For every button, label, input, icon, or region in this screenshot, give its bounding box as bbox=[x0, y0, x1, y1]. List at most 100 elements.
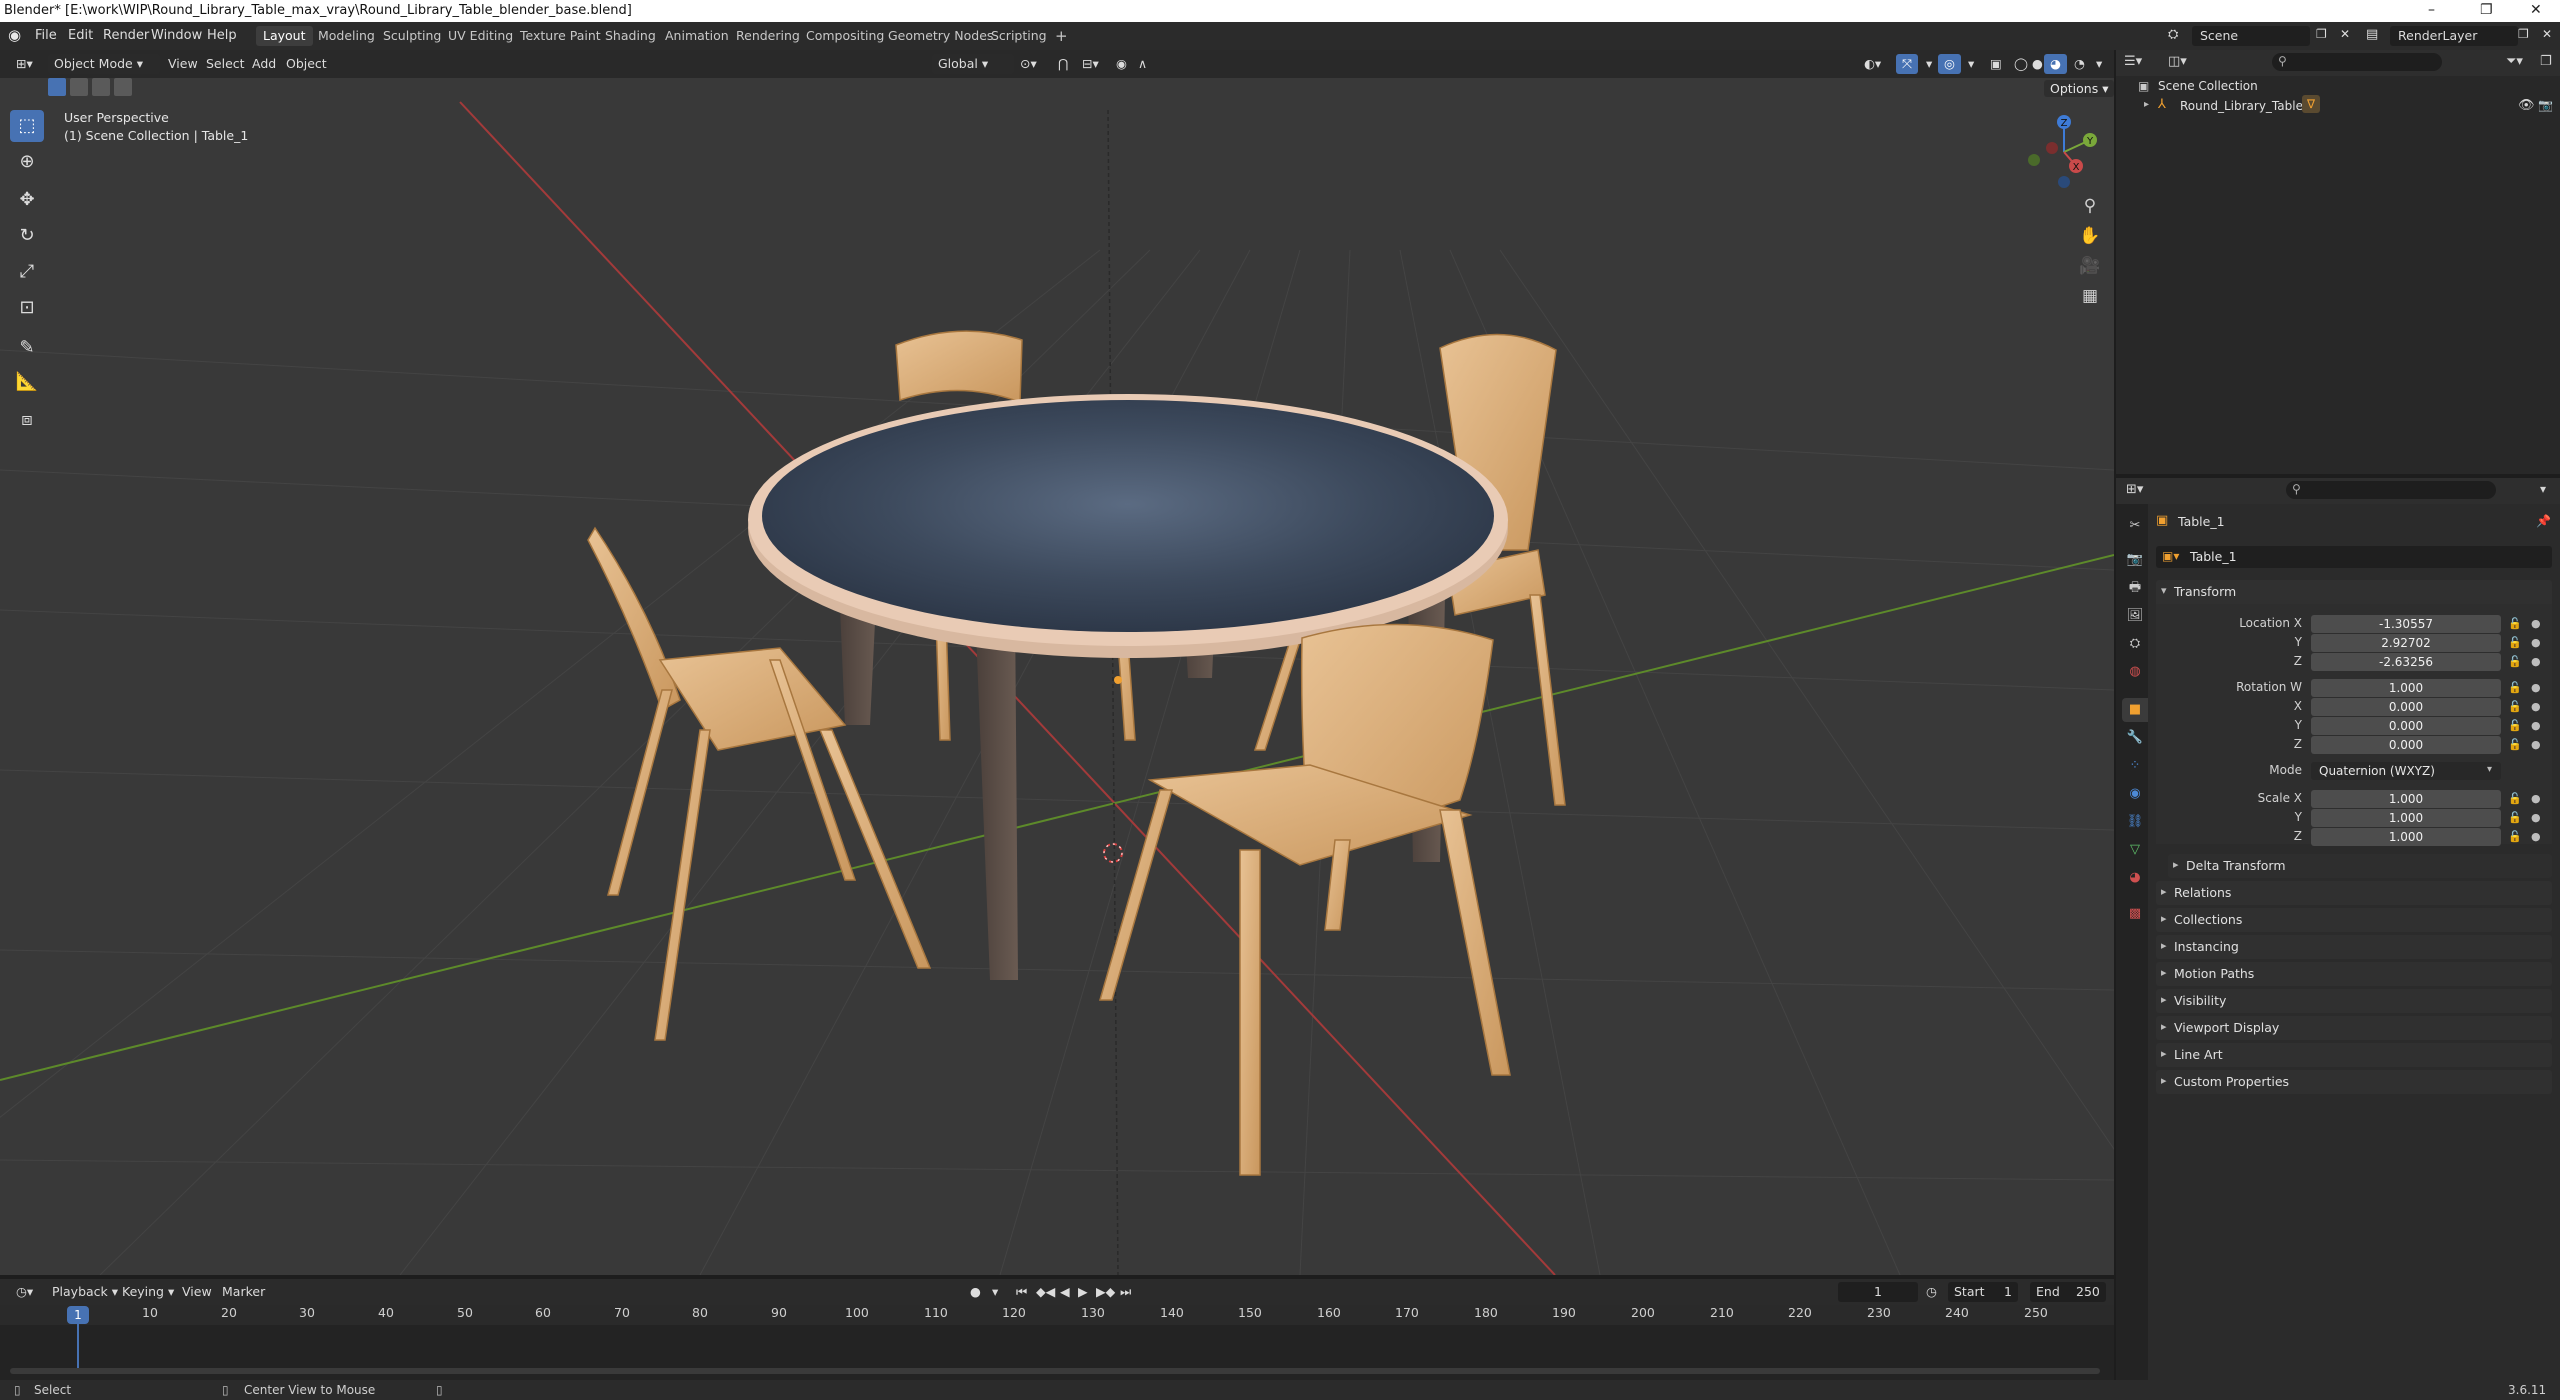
workspace-tab-uv-editing[interactable]: UV Editing bbox=[441, 26, 520, 46]
cursor-tool-icon[interactable]: ⊕ bbox=[10, 146, 44, 178]
viewport-menu-select[interactable]: Select bbox=[200, 54, 251, 74]
outliner-item-round-library-table[interactable]: Round_Library_Table bbox=[2180, 99, 2303, 113]
gizmo-neg-y-icon[interactable] bbox=[2028, 154, 2040, 166]
rotation-x-field[interactable]: 0.000 bbox=[2311, 698, 2501, 716]
material-tab-icon[interactable]: ◕ bbox=[2122, 866, 2148, 890]
3d-viewport[interactable]: User Perspective (1) Scene Collection | … bbox=[0, 50, 2114, 1275]
lock-location-z-icon[interactable]: 🔓 bbox=[2508, 655, 2522, 668]
viewport-menu-object[interactable]: Object bbox=[280, 54, 333, 74]
workspace-tab-geometry-nodes[interactable]: Geometry Nodes bbox=[881, 26, 1000, 46]
location-y-field[interactable]: 2.92702 bbox=[2311, 634, 2501, 652]
panel-line-art[interactable]: ▸ Line Art bbox=[2156, 1043, 2552, 1067]
viewport-menu-view[interactable]: View bbox=[162, 54, 204, 74]
menu-render[interactable]: Render bbox=[103, 28, 149, 43]
rotate-tool-icon[interactable]: ↻ bbox=[10, 220, 44, 252]
workspace-tab-scripting[interactable]: Scripting bbox=[984, 26, 1054, 46]
add-workspace-button[interactable]: + bbox=[1048, 26, 1075, 46]
add-cube-tool-icon[interactable]: ⧈ bbox=[10, 404, 44, 436]
viewport-menu-add[interactable]: Add bbox=[246, 54, 282, 74]
new-scene-icon[interactable]: ❐ bbox=[2316, 27, 2327, 41]
workspace-tab-compositing[interactable]: Compositing bbox=[799, 26, 891, 46]
particles-tab-icon[interactable]: ⁘ bbox=[2122, 754, 2148, 778]
panel-motion-paths[interactable]: ▸ Motion Paths bbox=[2156, 962, 2552, 986]
keyframe-location-x-icon[interactable]: ● bbox=[2531, 617, 2541, 630]
gizmo-neg-z-icon[interactable] bbox=[2058, 176, 2070, 188]
scale-x-field[interactable]: 1.000 bbox=[2311, 790, 2501, 808]
properties-search-input[interactable] bbox=[2286, 481, 2496, 499]
camera-view-icon[interactable]: 🎥 bbox=[2076, 252, 2104, 280]
panel-viewport-display[interactable]: ▸ Viewport Display bbox=[2156, 1016, 2552, 1040]
render-camera-icon[interactable]: 📷 bbox=[2538, 98, 2553, 112]
overlay-toggle-icon[interactable]: ◎ bbox=[1938, 54, 1961, 74]
lock-rotation-w-icon[interactable]: 🔓 bbox=[2508, 681, 2522, 694]
visibility-eye-icon[interactable]: 👁 bbox=[2518, 98, 2535, 113]
snap-magnet-icon[interactable]: ⋂ bbox=[1052, 54, 1074, 74]
keyframe-location-y-icon[interactable]: ● bbox=[2531, 636, 2541, 649]
filter-icon[interactable]: ⏷▾ bbox=[2506, 54, 2523, 69]
editor-type-icon[interactable]: ⊞▾ bbox=[10, 54, 39, 74]
children-icon[interactable]: ∇ bbox=[2302, 95, 2320, 113]
panel-collections[interactable]: ▸ Collections bbox=[2156, 908, 2552, 932]
outliner-search-input[interactable] bbox=[2272, 53, 2442, 71]
rotation-z-field[interactable]: 0.000 bbox=[2311, 736, 2501, 754]
lock-rotation-z-icon[interactable]: 🔓 bbox=[2508, 738, 2522, 751]
delete-scene-icon[interactable]: ✕ bbox=[2340, 27, 2350, 41]
select-subtract-icon[interactable] bbox=[92, 78, 110, 96]
timeline-scrollbar[interactable] bbox=[10, 1368, 2100, 1374]
select-new-icon[interactable] bbox=[48, 78, 66, 96]
tool-tab-icon[interactable]: ✂ bbox=[2122, 514, 2148, 538]
timeline-menu-playback[interactable]: Playback ▾ bbox=[46, 1282, 124, 1302]
workspace-tab-texture-paint[interactable]: Texture Paint bbox=[513, 26, 608, 46]
delta-transform-subpanel[interactable]: ▸ Delta Transform bbox=[2168, 854, 2552, 878]
scale-tool-icon[interactable]: ⤢ bbox=[10, 256, 44, 288]
orthographic-grid-icon[interactable]: ▦ bbox=[2076, 282, 2104, 310]
render-tab-icon[interactable]: 📷 bbox=[2122, 548, 2148, 572]
constraints-tab-icon[interactable]: ⛓ bbox=[2122, 810, 2148, 834]
timeline-menu-keying[interactable]: Keying ▾ bbox=[116, 1282, 180, 1302]
object-data-tab-icon[interactable]: ▽ bbox=[2122, 838, 2148, 862]
keyframe-rotation-z-icon[interactable]: ● bbox=[2531, 738, 2541, 751]
lock-scale-x-icon[interactable]: 🔓 bbox=[2508, 792, 2522, 805]
pin-icon[interactable]: 📌 bbox=[2536, 514, 2551, 528]
overlay-dropdown-icon[interactable]: ▾ bbox=[1962, 54, 1980, 74]
current-frame-field[interactable]: 1 bbox=[1838, 1282, 1918, 1302]
annotate-tool-icon[interactable]: ✎ bbox=[10, 332, 44, 364]
keyframe-rotation-y-icon[interactable]: ● bbox=[2531, 719, 2541, 732]
menu-file[interactable]: File bbox=[35, 28, 57, 43]
timeline-editor-type-icon[interactable]: ◷▾ bbox=[10, 1282, 39, 1302]
select-box-tool-icon[interactable]: ⬚ bbox=[10, 110, 44, 142]
menu-edit[interactable]: Edit bbox=[68, 28, 93, 43]
scale-z-field[interactable]: 1.000 bbox=[2311, 828, 2501, 846]
panel-relations[interactable]: ▸ Relations bbox=[2156, 881, 2552, 905]
object-tab-icon[interactable]: ■ bbox=[2122, 698, 2148, 722]
gizmo-toggle-icon[interactable]: ⤧ bbox=[1896, 54, 1919, 74]
view-object-types-icon[interactable]: ◐▾ bbox=[1858, 54, 1887, 74]
workspace-tab-modeling[interactable]: Modeling bbox=[311, 26, 382, 46]
start-frame-field[interactable]: Start 1 bbox=[1948, 1282, 2018, 1302]
world-tab-icon[interactable]: ◍ bbox=[2122, 660, 2148, 684]
output-tab-icon[interactable]: 🖶 bbox=[2122, 576, 2148, 600]
transform-panel-header[interactable]: ▾ Transform bbox=[2156, 580, 2552, 604]
object-datablock-icon[interactable]: ▣▾ bbox=[2162, 549, 2179, 563]
rotation-w-field[interactable]: 1.000 bbox=[2311, 679, 2501, 697]
xray-toggle-icon[interactable]: ▣ bbox=[1984, 54, 2008, 74]
measure-tool-icon[interactable]: 📐 bbox=[10, 366, 44, 398]
end-frame-field[interactable]: End 250 bbox=[2030, 1282, 2106, 1302]
scene-selector[interactable]: Scene bbox=[2192, 26, 2310, 46]
keyframe-location-z-icon[interactable]: ● bbox=[2531, 655, 2541, 668]
preview-range-icon[interactable]: ◷ bbox=[1920, 1282, 1943, 1302]
rotation-y-field[interactable]: 0.000 bbox=[2311, 717, 2501, 735]
lock-rotation-x-icon[interactable]: 🔓 bbox=[2508, 700, 2522, 713]
panel-visibility[interactable]: ▸ Visibility bbox=[2156, 989, 2552, 1013]
close-button[interactable]: ✕ bbox=[2530, 2, 2542, 18]
workspace-tab-layout[interactable]: Layout bbox=[256, 26, 313, 46]
location-x-field[interactable]: -1.30557 bbox=[2311, 615, 2501, 633]
pan-hand-icon[interactable]: ✋ bbox=[2076, 222, 2104, 250]
shading-dropdown-icon[interactable]: ▾ bbox=[2090, 54, 2108, 74]
object-mode-dropdown[interactable]: Object Mode ▾ bbox=[48, 54, 160, 74]
view-layer-tab-icon[interactable]: 🖼 bbox=[2122, 604, 2148, 628]
panel-instancing[interactable]: ▸ Instancing bbox=[2156, 935, 2552, 959]
new-view-layer-icon[interactable]: ❐ bbox=[2518, 27, 2529, 41]
texture-tab-icon[interactable]: ▩ bbox=[2122, 902, 2148, 926]
transform-orientation-dropdown[interactable]: Global ▾ bbox=[932, 54, 1014, 74]
